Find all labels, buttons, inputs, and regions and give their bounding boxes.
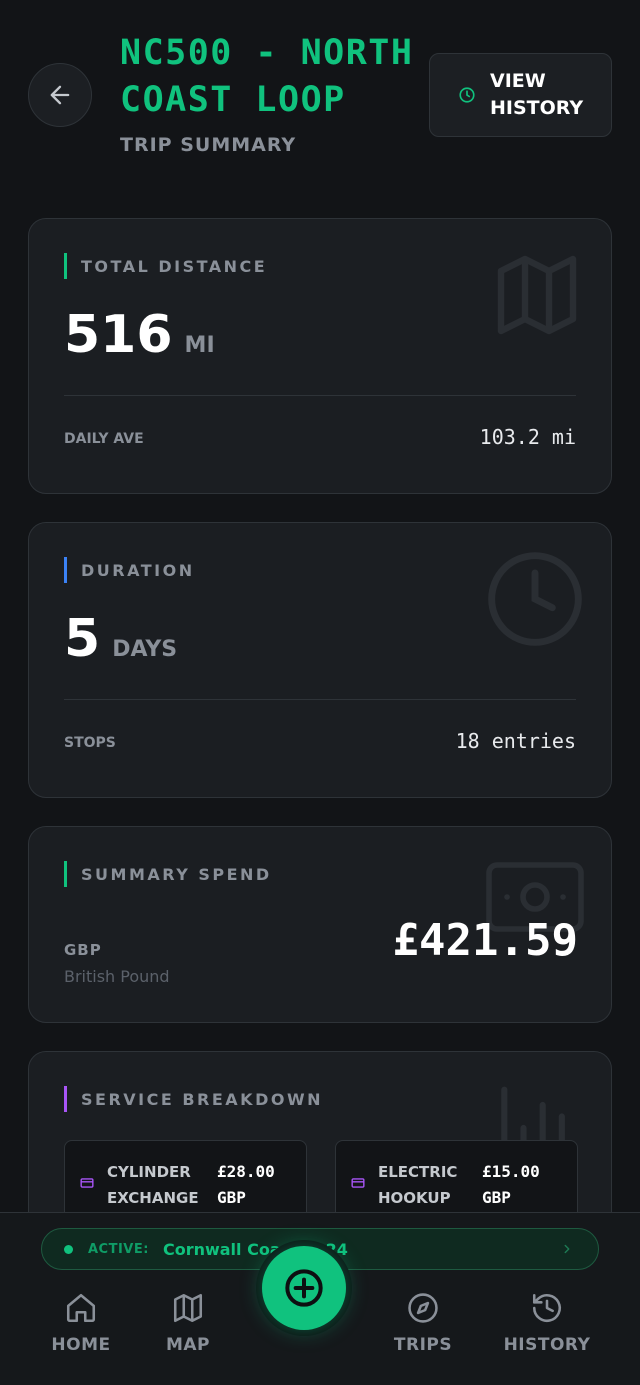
view-history-button[interactable]: VIEW HISTORY (429, 53, 612, 137)
currency-code: GBP (64, 941, 102, 959)
distance-value: 516 (64, 305, 173, 365)
clock-icon (488, 552, 582, 646)
daily-average-label: DAILY AVE (64, 431, 144, 447)
duration-label: DURATION (64, 557, 195, 583)
nav-home[interactable]: HOME (26, 1291, 136, 1371)
nav-home-label: HOME (51, 1335, 111, 1355)
divider (64, 699, 576, 700)
duration-value: 5 (64, 609, 101, 669)
nav-map-label: MAP (165, 1335, 211, 1355)
spend-label: SUMMARY SPEND (64, 861, 272, 887)
service-name: ELECTRIC HOOKUP (378, 1163, 458, 1207)
plus-circle-icon (285, 1269, 323, 1307)
add-entry-button[interactable] (256, 1240, 352, 1336)
credit-card-icon (351, 1178, 365, 1188)
service-name: CYLINDER EXCHANGE (107, 1163, 199, 1207)
view-history-label: VIEW HISTORY (490, 70, 584, 119)
service-price: £15.00 GBP (482, 1162, 540, 1207)
nav-trips-label: TRIPS (393, 1335, 453, 1355)
currency-name: British Pound (64, 967, 170, 986)
compass-icon (408, 1293, 438, 1323)
service-item-electric-hookup[interactable]: ELECTRIC HOOKUP £15.00 GBP (335, 1140, 578, 1220)
stops-value: 18 entries (455, 729, 576, 753)
back-button[interactable] (28, 63, 92, 127)
duration-unit: DAYS (112, 637, 178, 662)
divider (64, 395, 576, 396)
spend-card: SUMMARY SPEND £421.59 GBP British Pound (28, 826, 612, 1023)
daily-average-value: 103.2 mi (479, 425, 576, 449)
add-entry-button-face (262, 1246, 346, 1330)
spend-total: £421.59 (392, 915, 578, 966)
clock-icon (459, 87, 475, 103)
distance-value-group: 516 MI (64, 305, 215, 365)
active-trip-key: ACTIVE: (88, 1241, 149, 1257)
nav-history[interactable]: HISTORY (492, 1291, 602, 1371)
history-icon (532, 1293, 562, 1323)
distance-card: TOTAL DISTANCE 516 MI DAILY AVE 103.2 mi (28, 218, 612, 494)
nav-trips[interactable]: TRIPS (368, 1291, 478, 1371)
home-icon (66, 1293, 96, 1323)
map-icon (497, 255, 577, 335)
page-title: NC500 - NORTH COAST LOOP (120, 33, 414, 120)
stops-label: STOPS (64, 735, 116, 751)
active-status-dot (64, 1244, 73, 1254)
duration-value-group: 5 DAYS (64, 609, 177, 669)
duration-card: DURATION 5 DAYS STOPS 18 entries (28, 522, 612, 798)
service-item-cylinder-exchange[interactable]: CYLINDER EXCHANGE £28.00 GBP (64, 1140, 307, 1220)
service-breakdown-label: SERVICE BREAKDOWN (64, 1086, 323, 1112)
distance-unit: MI (184, 333, 215, 358)
chevron-right-icon (564, 1244, 570, 1254)
service-price: £28.00 GBP (217, 1162, 275, 1207)
distance-label: TOTAL DISTANCE (64, 253, 267, 279)
credit-card-icon (80, 1178, 94, 1188)
nav-history-label: HISTORY (503, 1335, 591, 1355)
arrow-left-icon (50, 85, 70, 105)
page-subtitle: TRIP SUMMARY (120, 134, 297, 156)
map-icon (173, 1293, 203, 1323)
nav-map[interactable]: MAP (133, 1291, 243, 1371)
